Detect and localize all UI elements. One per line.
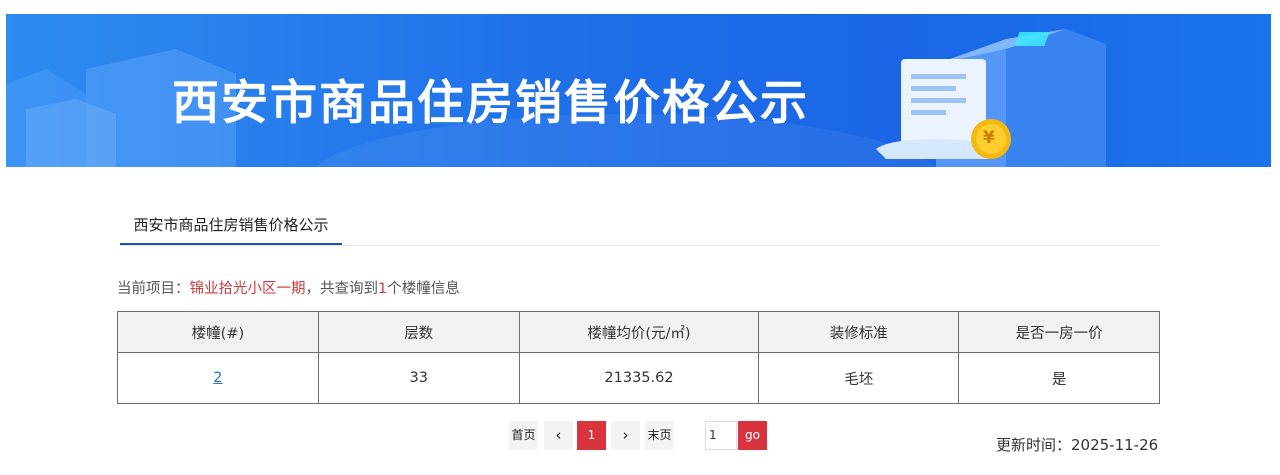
query-summary: 当前项目：锦业拾光小区一期，共查询到1个楼幢信息 <box>117 277 460 298</box>
first-page-button[interactable]: 首页 <box>509 421 538 450</box>
cell-decoration: 毛坯 <box>758 352 960 404</box>
cell-avg-price: 21335.62 <box>518 352 760 404</box>
last-page-button[interactable]: 末页 <box>645 421 674 450</box>
table-header-row: 楼幢(#) 层数 楼幢均价(元/㎡) 装修标准 是否一房一价 <box>117 311 1160 353</box>
pagination: 首页 ‹ 1 › 末页 1 go <box>509 421 769 450</box>
update-time: 更新时间：2025-11-26 <box>996 436 1159 454</box>
next-page-button[interactable]: › <box>611 421 640 450</box>
go-button[interactable]: go <box>738 421 767 450</box>
header-avg-price: 楼幢均价(元/㎡) <box>518 311 760 353</box>
project-name: 锦业拾光小区一期 <box>189 281 306 297</box>
building-table: 楼幢(#) 层数 楼幢均价(元/㎡) 装修标准 是否一房一价 2 33 2133… <box>117 311 1160 404</box>
prev-page-button[interactable]: ‹ <box>544 421 573 450</box>
summary-suffix: 个楼幢信息 <box>387 281 460 297</box>
banner-title: 西安市商品住房销售价格公示 <box>172 76 809 131</box>
cell-building: 2 <box>117 352 319 404</box>
cell-one-price: 是 <box>958 352 1160 404</box>
result-count: 1 <box>378 281 388 297</box>
header-floors: 层数 <box>317 311 520 353</box>
table-row: 2 33 21335.62 毛坯 是 <box>117 352 1160 404</box>
summary-prefix: 当前项目： <box>117 281 190 297</box>
current-page-button[interactable]: 1 <box>577 421 606 450</box>
header-one-price: 是否一房一价 <box>958 311 1160 353</box>
header-decoration: 装修标准 <box>758 311 960 353</box>
coin-icon: ¥ <box>983 128 995 148</box>
page-number-input[interactable]: 1 <box>705 421 737 450</box>
tab-bar: 西安市商品住房销售价格公示 <box>120 208 1160 246</box>
header-building: 楼幢(#) <box>117 311 319 353</box>
summary-middle: ，共查询到 <box>305 281 379 297</box>
building-link[interactable]: 2 <box>213 370 222 386</box>
cell-floors: 33 <box>317 352 520 404</box>
tab-price-announcement[interactable]: 西安市商品住房销售价格公示 <box>120 208 342 245</box>
banner: ¥ 西安市商品住房销售价格公示 <box>6 14 1271 167</box>
